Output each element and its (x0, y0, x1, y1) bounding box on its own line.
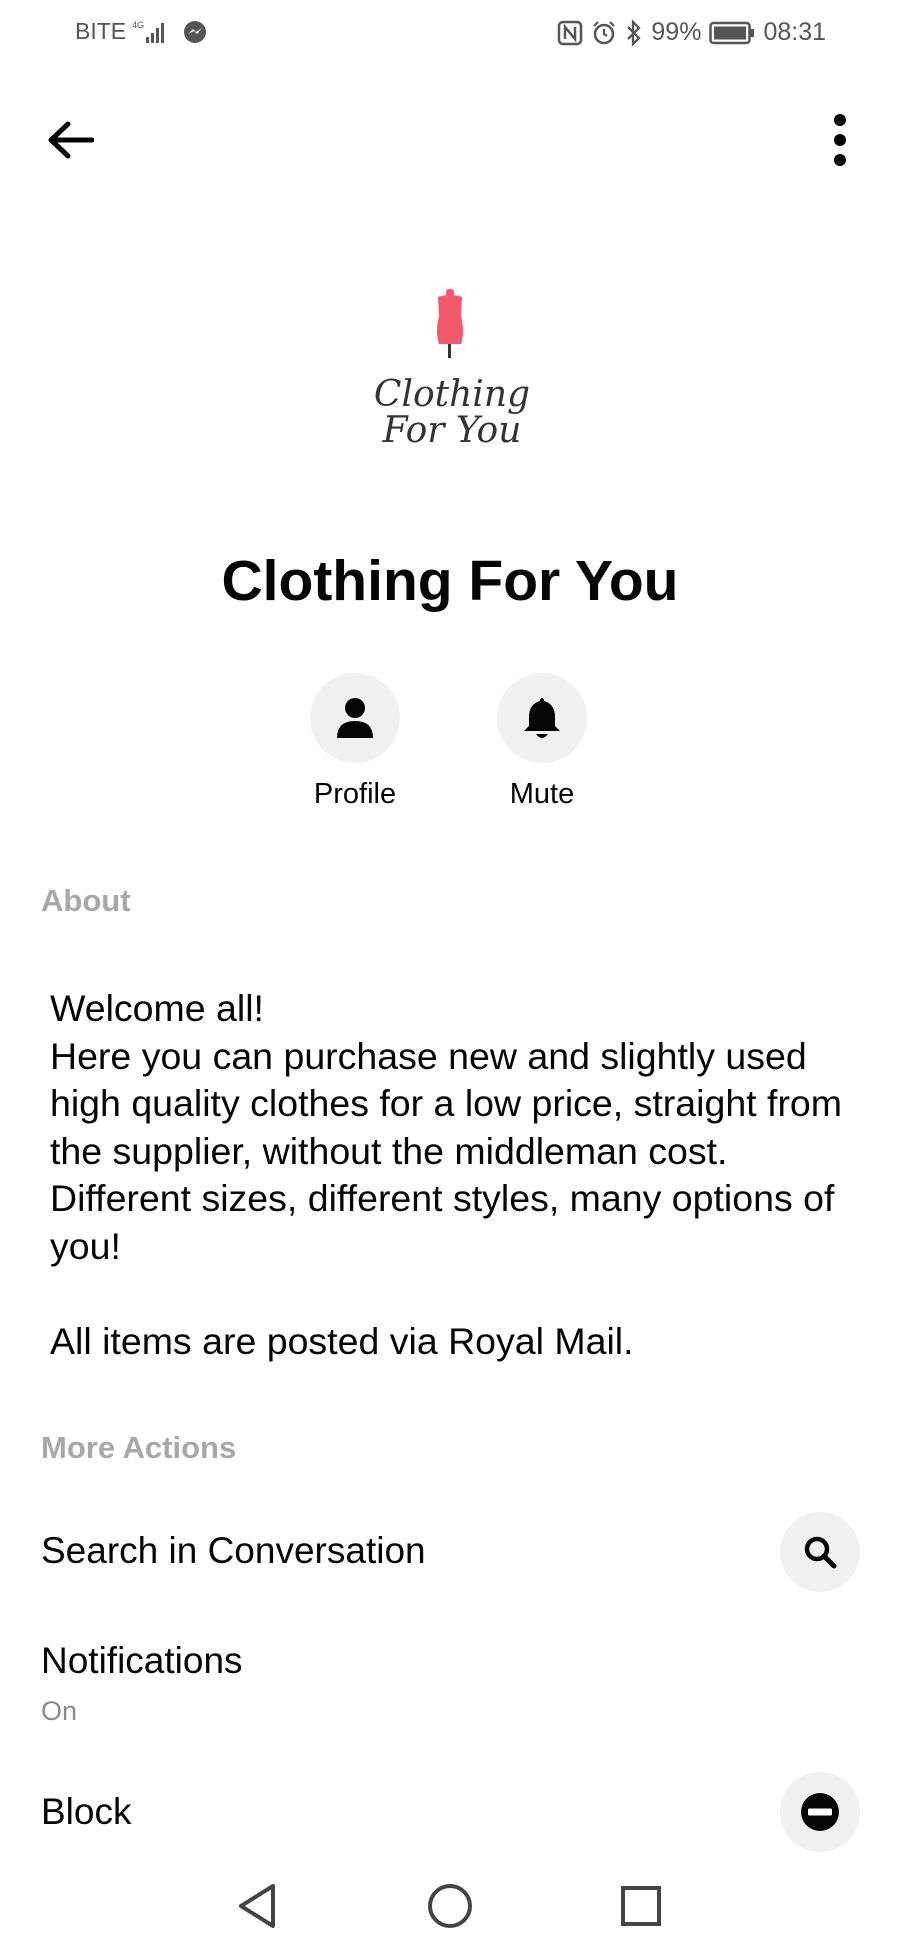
mute-label: Mute (509, 778, 575, 810)
page-avatar: Clothing For You (330, 270, 570, 510)
more-vertical-icon (834, 114, 846, 166)
person-icon (337, 698, 373, 738)
block-icon (801, 1793, 839, 1831)
back-button[interactable] (38, 112, 102, 168)
messenger-icon (182, 19, 208, 45)
block-label[interactable]: Block (41, 1791, 131, 1833)
arrow-left-icon (48, 121, 94, 159)
page-title: Clothing For You (221, 549, 679, 613)
block-button[interactable] (780, 1772, 860, 1852)
search-icon (804, 1536, 837, 1569)
nav-home-button[interactable] (422, 1878, 478, 1934)
logo-line-2: For You (382, 410, 522, 451)
circle-home-icon (428, 1884, 472, 1928)
about-header: About (41, 883, 131, 918)
status-left: BITE 4G (75, 18, 208, 45)
mute-button[interactable] (497, 673, 587, 763)
carrier-label: BITE (75, 18, 127, 44)
bluetooth-icon (625, 18, 643, 47)
notifications-label[interactable]: Notifications (41, 1640, 243, 1682)
about-text: Welcome all! Here you can purchase new a… (50, 987, 843, 1362)
bell-icon (524, 698, 560, 738)
square-recents-icon (621, 1886, 661, 1926)
triangle-back-icon (239, 1884, 275, 1928)
more-options-button[interactable] (810, 110, 870, 170)
profile-button[interactable] (310, 673, 400, 763)
more-actions-header: More Actions (41, 1430, 237, 1465)
nav-recents-button[interactable] (613, 1878, 669, 1934)
clock: 08:31 (763, 18, 826, 46)
nav-back-button[interactable] (229, 1878, 285, 1934)
search-in-conversation-label[interactable]: Search in Conversation (41, 1530, 426, 1572)
battery-percent: 99% (651, 18, 702, 46)
nfc-icon (557, 20, 583, 46)
signal-icon: 4G (132, 19, 176, 45)
clothing-logo: Clothing For You (374, 289, 530, 451)
network-label: 4G (132, 20, 144, 30)
top-bar (0, 100, 900, 180)
profile-label: Profile (313, 778, 397, 810)
status-right: 99% 08:31 (557, 18, 826, 47)
logo-line-1: Clothing (374, 374, 530, 415)
system-nav-bar (0, 1860, 900, 1950)
alarm-icon (591, 20, 617, 46)
battery-icon (709, 21, 755, 45)
notifications-value: On (41, 1696, 78, 1726)
search-button[interactable] (780, 1512, 860, 1592)
status-bar: BITE 4G 99% 08:31 (0, 0, 900, 68)
